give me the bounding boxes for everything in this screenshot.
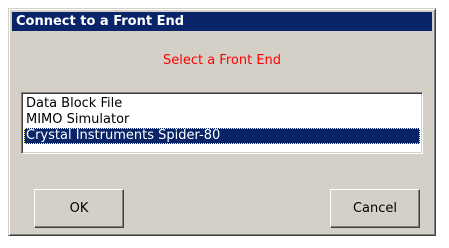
ok-button[interactable]: OK bbox=[34, 189, 124, 228]
title-bar[interactable]: Connect to a Front End bbox=[12, 12, 432, 31]
list-item-mimo-simulator[interactable]: MIMO Simulator bbox=[24, 112, 420, 128]
window-title: Connect to a Front End bbox=[16, 14, 185, 29]
connect-dialog: Connect to a Front End Select a Front En… bbox=[8, 8, 436, 236]
select-prompt: Select a Front End bbox=[162, 53, 282, 68]
cancel-button[interactable]: Cancel bbox=[330, 189, 420, 228]
list-item-spider-80[interactable]: Crystal Instruments Spider-80 bbox=[24, 128, 420, 144]
list-item-data-block-file[interactable]: Data Block File bbox=[24, 96, 420, 112]
front-end-listbox[interactable]: Data Block File MIMO Simulator Crystal I… bbox=[21, 92, 423, 154]
